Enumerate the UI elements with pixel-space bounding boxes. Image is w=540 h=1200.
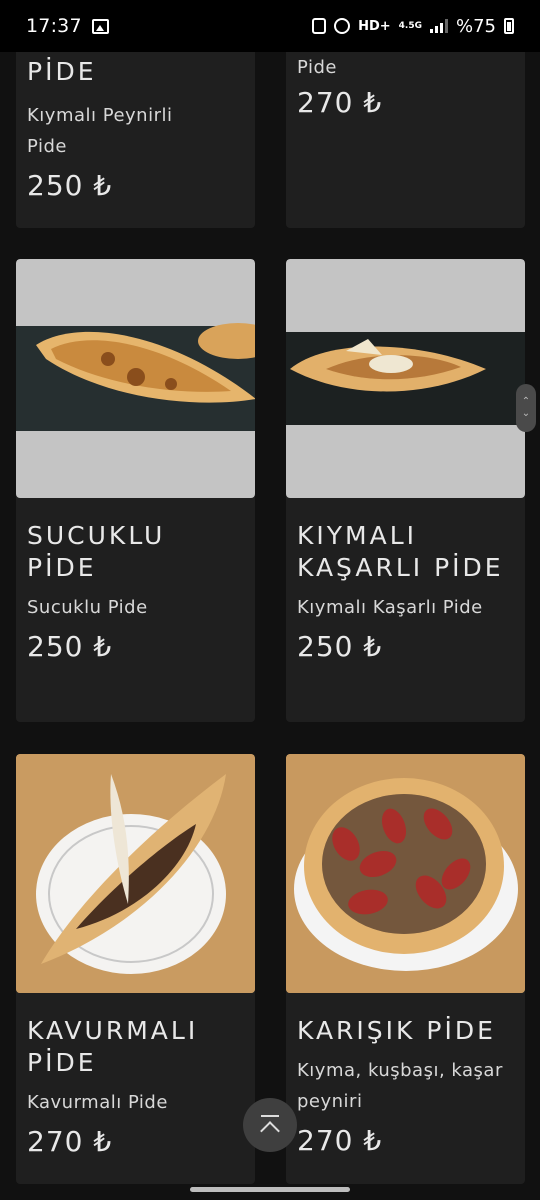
- chevron-up-icon: ⌃: [521, 396, 531, 407]
- gesture-navigation-bar[interactable]: [190, 1187, 350, 1192]
- menu-card-kavurmali-pide[interactable]: KAVURMALI PİDE Kavurmalı Pide 270 ₺: [16, 754, 255, 1184]
- network-type-icon: 4.5G: [398, 20, 422, 31]
- back-to-top-button[interactable]: [243, 1098, 297, 1152]
- status-icons: HD+ 4.5G %75: [312, 16, 514, 37]
- card-price: 270 ₺: [297, 86, 383, 119]
- arrow-up-icon: [260, 1121, 280, 1141]
- top-bar-icon: [261, 1115, 279, 1117]
- karisik-pide-image: [286, 754, 525, 993]
- card-price: 250 ₺: [297, 630, 383, 663]
- card-title: KAVURMALI PİDE: [27, 1016, 199, 1077]
- card-description: Kıymalı Kaşarlı Pide: [297, 597, 483, 618]
- card-description: Kıymalı Peynirli Pide: [27, 105, 173, 157]
- gallery-notification-icon: [91, 18, 109, 34]
- chevron-down-icon: ⌄: [521, 408, 531, 419]
- card-description: Kıyma, kuşbaşı, kaşar peyniri: [297, 1060, 503, 1112]
- signal-icon: [429, 19, 448, 33]
- card-price: 250 ₺: [27, 169, 113, 202]
- status-bar: 17:37 HD+ 4.5G %75: [0, 0, 540, 52]
- card-title: KIYMALI KAŞARLI PİDE: [297, 521, 504, 582]
- kiymali-kasarli-pide-image: [286, 259, 525, 498]
- data-saver-icon: [312, 18, 327, 34]
- menu-card-sucuklu-pide[interactable]: SUCUKLU PİDE Sucuklu Pide 250 ₺: [16, 259, 255, 722]
- sucuklu-pide-image: [16, 259, 255, 498]
- card-title: SUCUKLU PİDE: [27, 521, 166, 582]
- battery-icon: [504, 18, 514, 34]
- scroll-handle[interactable]: ⌃ ⌄: [516, 384, 536, 432]
- card-title: KARIŞIK PİDE: [297, 1016, 496, 1045]
- card-title: PİDE: [27, 57, 97, 86]
- card-price: 270 ₺: [297, 1124, 383, 1157]
- card-description: Pide: [297, 57, 337, 78]
- status-time: 17:37: [26, 15, 82, 37]
- menu-card-karisik-pide[interactable]: KARIŞIK PİDE Kıyma, kuşbaşı, kaşar peyni…: [286, 754, 525, 1184]
- card-description: Sucuklu Pide: [27, 597, 148, 618]
- card-price: 270 ₺: [27, 1125, 113, 1158]
- alarm-icon: [334, 18, 351, 34]
- card-price: 250 ₺: [27, 630, 113, 663]
- menu-card-kiymali-kasarli-pide[interactable]: KIYMALI KAŞARLI PİDE Kıymalı Kaşarlı Pid…: [286, 259, 525, 722]
- battery-percent: %75: [455, 15, 496, 37]
- hd-voice-icon: HD+: [358, 18, 391, 34]
- card-description: Kavurmalı Pide: [27, 1092, 168, 1113]
- kavurmali-pide-image: [16, 754, 255, 993]
